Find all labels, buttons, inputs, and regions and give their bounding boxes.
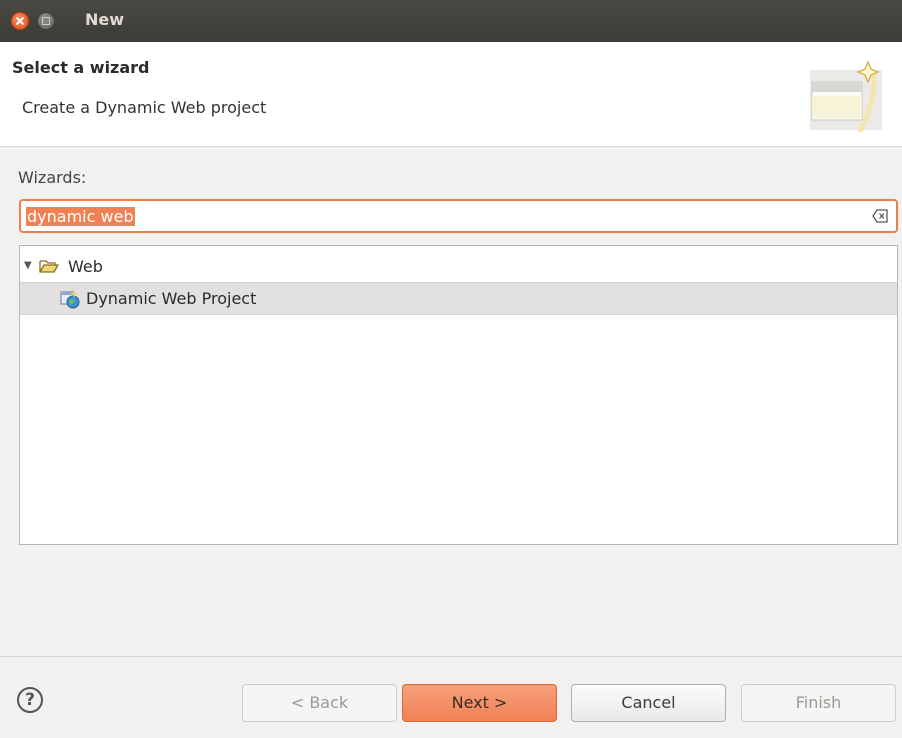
wizards-label: Wizards: <box>18 168 87 187</box>
finish-button[interactable]: Finish <box>741 684 896 722</box>
page-description: Create a Dynamic Web project <box>22 98 267 117</box>
page-title: Select a wizard <box>12 58 150 77</box>
wizard-header: Select a wizard Create a Dynamic Web pro… <box>0 42 902 147</box>
title-bar: New <box>0 0 902 42</box>
tree-item-dynamic-web-project[interactable]: Dynamic Web Project <box>20 282 897 315</box>
folder-open-icon <box>39 260 59 273</box>
filter-value: dynamic web <box>26 207 135 226</box>
cancel-button[interactable]: Cancel <box>571 684 726 722</box>
close-window-icon[interactable] <box>11 12 29 30</box>
tree-item-label: Web <box>68 257 103 276</box>
next-button[interactable]: Next > <box>402 684 557 722</box>
clear-filter-icon[interactable] <box>872 209 888 223</box>
window-title: New <box>85 10 125 29</box>
wizard-filter-input[interactable]: dynamic web <box>19 199 898 233</box>
web-project-icon <box>60 290 80 309</box>
wizard-tree[interactable]: ▼ Web Dynamic Web Project <box>19 245 898 545</box>
new-wizard-banner-icon <box>810 60 882 132</box>
footer-separator <box>0 656 902 657</box>
expand-arrow-icon[interactable]: ▼ <box>24 260 32 271</box>
maximize-window-icon[interactable] <box>37 12 55 30</box>
back-button[interactable]: < Back <box>242 684 397 722</box>
help-button[interactable]: ? <box>17 687 43 713</box>
tree-item-label: Dynamic Web Project <box>86 289 257 308</box>
tree-item-web[interactable]: ▼ Web <box>20 250 897 283</box>
